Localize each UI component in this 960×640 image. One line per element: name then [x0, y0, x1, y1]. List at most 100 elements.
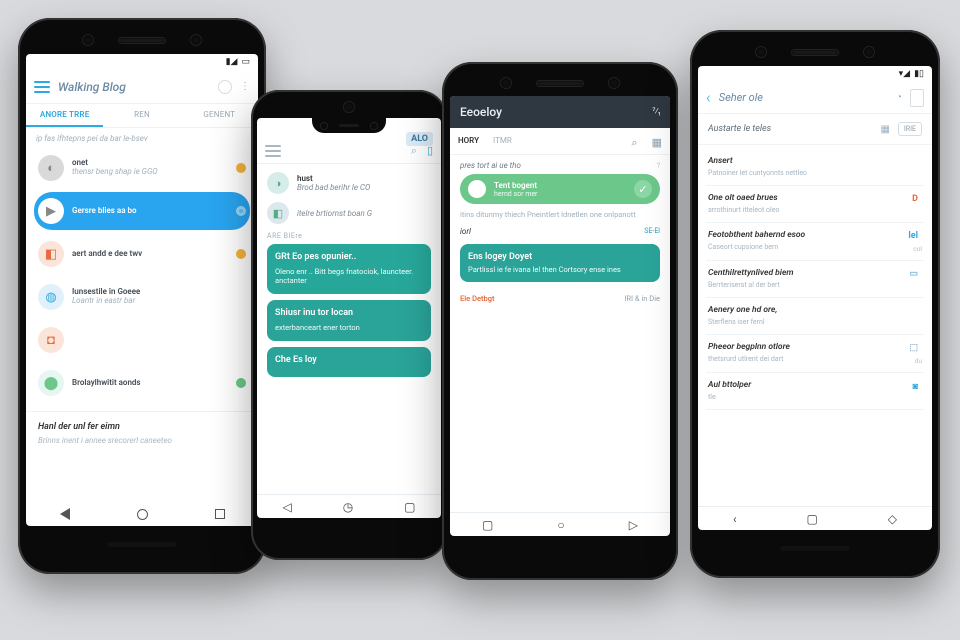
feed-list[interactable]: ◐onetthensr beng shap ie GGO ▶Gersre blie… — [26, 149, 258, 407]
content-section: pres tort ai ue tho ? Tent bogent hernd … — [450, 155, 670, 288]
chat-bubble[interactable]: GRt Eo pes opunier..Oleno enr .. Bitt be… — [267, 244, 431, 294]
phone-3-screen: Eeoeloy ⁷⁄₁ HORY ITMR ⌕ ▦ pres tort ai u… — [450, 96, 670, 536]
content-body: ◑hustBrod bad berihr le CO ◧ itelre brtior… — [257, 164, 441, 391]
bezel-top — [450, 70, 670, 96]
grid-icon[interactable]: ▦ — [880, 124, 889, 135]
card-title: Ansert — [708, 156, 914, 166]
card-title: Aul bttolper — [708, 380, 901, 390]
list-item[interactable]: ◧ itelre brtiornst boan G — [267, 202, 431, 224]
item-subtitle: thensr beng shap ie GGO — [72, 168, 228, 177]
sensor-icon — [191, 35, 201, 45]
bell-icon[interactable]: ◔ — [896, 92, 902, 103]
android-nav-bar — [26, 502, 258, 526]
card-title: Centhilrettynlived biem — [708, 268, 897, 278]
nav-clock-icon[interactable]: ◷ — [343, 500, 353, 514]
item-icon: ◧ — [267, 202, 289, 224]
card-item[interactable]: Centhilrettynlived biem Berrteriserst al … — [706, 261, 924, 298]
item-icon: ◘ — [38, 327, 64, 353]
nav-back-icon[interactable]: ◁ — [282, 500, 291, 514]
back-chevron-icon[interactable]: ‹ — [706, 88, 711, 107]
nav-recents-icon[interactable]: ▢ — [807, 512, 818, 526]
phone-4-frame: ▾◢ ▮▯ ‹ Seher ole ◔ Austarte le teles ▦ … — [690, 30, 940, 578]
sensor-icon — [501, 78, 511, 88]
tab-1[interactable]: Anore Trre — [26, 104, 103, 127]
status-bar: ▮◢ ▭ — [26, 54, 258, 70]
status-cluster: ⁷⁄₁ — [652, 107, 660, 117]
phone-2-frame: ALO ⌕ ▯ ◑hustBrod bad berihr le CO◧itelr… — [251, 90, 447, 560]
front-camera-icon — [609, 78, 619, 88]
list-item[interactable]: ▶Gersre blies aa bo — [34, 192, 250, 230]
nav-home-icon[interactable] — [137, 509, 148, 520]
list-item[interactable]: ◍Iunsestile in GoeeeLoantr in eastr bar — [34, 278, 250, 316]
nav-recents-icon[interactable] — [215, 509, 225, 519]
sensor-icon — [371, 123, 377, 129]
app-bar: Walking Blog ⋮ — [26, 70, 258, 104]
android-nav-bar: ▢ ○ ▷ — [450, 512, 670, 536]
card-item[interactable]: Pheeor begplnn otlorethetsrurd utlrent d… — [706, 335, 924, 373]
list-item[interactable]: ⬤Brolaylhwitit aonds — [34, 364, 250, 402]
footer-title: Hanl der unl fer eimn — [38, 422, 246, 432]
card-subtitle: Patnoiner let cuntyonnts nettleo — [708, 169, 914, 178]
bezel-top — [698, 38, 932, 66]
nav-back-icon[interactable] — [60, 508, 70, 520]
item-text: itelre brtiornst boan G — [297, 209, 372, 218]
chat-bubble[interactable]: Che Es loy — [267, 347, 431, 378]
bubble-title: GRt Eo pes opunier.. — [275, 252, 423, 264]
list-item[interactable]: ◘ — [34, 321, 250, 359]
nav-recents-icon[interactable]: ▢ — [482, 518, 493, 532]
nav-home-icon[interactable]: ◇ — [888, 512, 897, 526]
card-subtitle: thetsrurd utlrent dei dart — [708, 355, 897, 364]
kv-key: iorl — [460, 227, 471, 236]
bezel-bottom — [698, 530, 932, 566]
item-text: hustBrod bad berihr le CO — [297, 174, 370, 192]
card-subtitle: arrothinurt itteleot oleo — [708, 206, 900, 215]
card-badge: lel — [904, 230, 922, 242]
bubble-body: exterbanceart ener torton — [275, 323, 423, 333]
avatar-placeholder[interactable] — [218, 80, 232, 94]
bubble-title: Shiusr inu tor locan — [275, 308, 423, 320]
card-subtitle: Berrteriserst al der bert — [708, 281, 897, 290]
phone-3-frame: Eeoeloy ⁷⁄₁ HORY ITMR ⌕ ▦ pres tort ai u… — [442, 62, 678, 580]
tab-2[interactable]: Ren — [103, 104, 180, 127]
tab-2[interactable]: ITMR — [493, 136, 512, 150]
list-item[interactable]: ◐onetthensr beng shap ie GGO — [34, 149, 250, 187]
item-icon: ◐ — [38, 155, 64, 181]
filter-chip[interactable]: IRIE — [898, 122, 922, 136]
nav-back-icon[interactable]: ‹ — [733, 512, 737, 526]
card-item[interactable]: One olt oaed bruesarrothinurt itteleot o… — [706, 186, 924, 223]
card-item[interactable]: Feotobthent bahernd esooCaseort cupsione… — [706, 223, 924, 261]
earpiece-icon — [792, 50, 838, 55]
app-bar-dark: Eeoeloy ⁷⁄₁ — [450, 96, 670, 128]
card-badge: D — [908, 193, 922, 205]
check-icon: ✓ — [634, 180, 652, 198]
phone-2-screen: ALO ⌕ ▯ ◑hustBrod bad berihr le CO◧itelr… — [257, 118, 441, 518]
more-icon[interactable]: ⋮ — [240, 81, 250, 92]
card-item[interactable]: Ansert Patnoiner let cuntyonnts nettleo — [706, 149, 924, 186]
hamburger-menu-icon[interactable] — [265, 145, 281, 157]
card-list[interactable]: Ansert Patnoiner let cuntyonnts nettleo On… — [698, 145, 932, 414]
info-bubble[interactable]: Ens logey Doyet Partlissl ie fe ivana le… — [460, 244, 660, 282]
card-item[interactable]: Aul bttolpertle◙ — [706, 373, 924, 410]
status-dot-icon — [236, 378, 246, 388]
display-notch — [312, 118, 386, 133]
highlight-pill[interactable]: Tent bogent hernd sor mer ✓ — [460, 174, 660, 204]
card-item[interactable]: Aenery one hd ore,Sterflens iser fernl — [706, 298, 924, 335]
hamburger-menu-icon[interactable] — [34, 81, 50, 93]
nav-back-icon[interactable]: ▷ — [629, 518, 638, 532]
list-item[interactable]: ◧aert andd e dee twv — [34, 235, 250, 273]
item-icon: ◧ — [38, 241, 64, 267]
chat-bubble[interactable]: Shiusr inu tor locan exterbanceart ener t… — [267, 300, 431, 340]
tab-1[interactable]: HORY — [458, 136, 479, 150]
list-item[interactable]: ◑hustBrod bad berihr le CO — [267, 172, 431, 194]
earpiece-icon — [119, 38, 165, 43]
footer-left-link[interactable]: Ele Detbgt — [460, 294, 495, 303]
grid-icon[interactable]: ▦ — [652, 136, 662, 150]
nav-recents-icon[interactable]: ▢ — [404, 500, 415, 514]
phone-1-screen: ▮◢ ▭ Walking Blog ⋮ Anore Trre Ren Genen… — [26, 54, 258, 526]
search-icon[interactable]: ⌕ — [631, 136, 637, 150]
paragraph-1: itins ditunmy thiech Pneintlert ldnetlen… — [460, 210, 660, 221]
tab-3[interactable]: Genent — [181, 104, 258, 127]
nav-home-icon[interactable]: ○ — [557, 518, 564, 532]
android-nav-bar: ◁ ◷ ▢ — [257, 494, 441, 518]
bubble-title: Ens logey Doyet — [468, 252, 652, 262]
